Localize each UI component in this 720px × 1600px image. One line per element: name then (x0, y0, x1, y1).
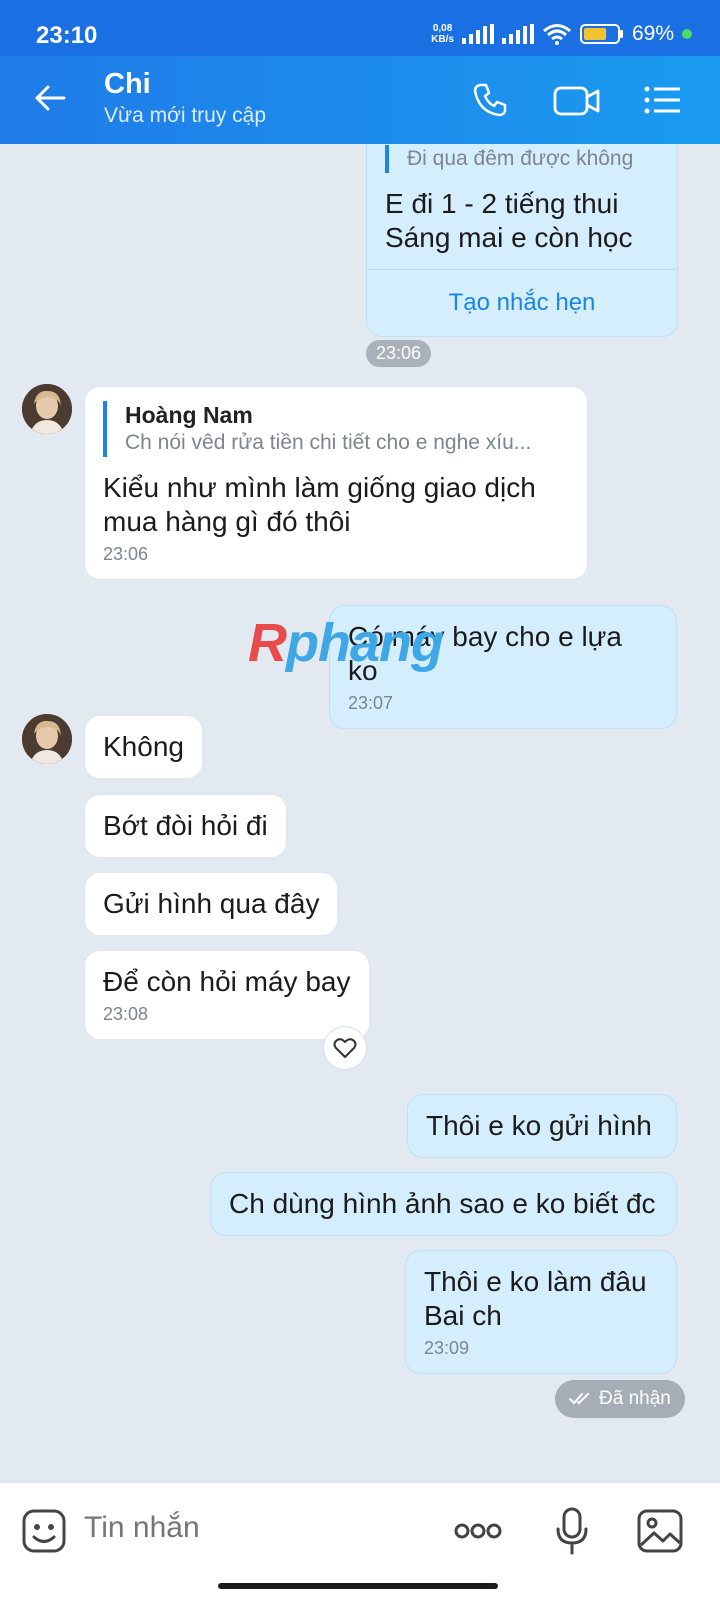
battery-icon (579, 24, 623, 44)
message-text: Để còn hỏi máy bay (103, 966, 351, 997)
contact-status: Vừa mới truy cập (104, 104, 267, 127)
signal-icon-2 (501, 24, 534, 44)
message-bubble-sent[interactable]: Ch dùng hình ảnh sao e ko biết đc (210, 1172, 677, 1236)
message-text: mua hàng gì đó thôi (103, 506, 351, 537)
delivery-status-badge: Đã nhận (555, 1380, 685, 1418)
message-text: Thôi e ko làm đâu (424, 1266, 647, 1297)
microphone-icon[interactable] (548, 1507, 596, 1555)
avatar[interactable] (22, 384, 72, 434)
message-text: Sáng mai e còn học (385, 222, 633, 253)
message-text: Gửi hình qua đây (103, 888, 320, 919)
charging-dot (682, 29, 692, 39)
message-text: Bớt đòi hỏi đi (103, 810, 268, 841)
status-icons: 0,08 KB/s 69% (431, 22, 692, 46)
reply-quote[interactable]: Hoàng Nam Ch nói vêd rửa tiền chi tiết c… (103, 401, 569, 457)
message-bubble-received[interactable]: Không (84, 715, 203, 779)
message-time: 23:07 (348, 693, 394, 713)
video-call-icon[interactable] (552, 80, 602, 120)
message-text: Không (103, 731, 184, 762)
message-bubble-received[interactable]: Hoàng Nam Ch nói vêd rửa tiền chi tiết c… (84, 386, 588, 580)
chat-area[interactable]: Đi qua đêm được không E đi 1 - 2 tiếng t… (0, 144, 720, 1482)
net-speed: 0,08 KB/s (431, 23, 454, 45)
message-text: Thôi e ko gửi hình (426, 1110, 652, 1141)
watermark-logo: Rphang (248, 613, 444, 673)
message-bubble-sent[interactable]: Thôi e ko làm đâu Bai ch 23:09 (405, 1250, 677, 1374)
more-icon[interactable] (454, 1507, 502, 1555)
back-arrow-icon[interactable] (30, 78, 70, 118)
reply-quote[interactable]: Đi qua đêm được không (385, 145, 659, 173)
message-bubble-received[interactable]: Gửi hình qua đây (84, 872, 339, 936)
wifi-icon (543, 24, 571, 45)
message-bubble-sent[interactable]: Thôi e ko gửi hình (407, 1094, 677, 1158)
message-time: 23:06 (103, 544, 149, 564)
message-time: 23:09 (424, 1338, 470, 1358)
time-separator: 23:06 (366, 340, 432, 367)
message-text: Kiểu như mình làm giống giao dịch (103, 472, 536, 503)
heart-icon (333, 1038, 357, 1058)
create-reminder-button[interactable]: Tạo nhắc hẹn (367, 269, 677, 336)
message-time: 23:08 (103, 1004, 149, 1024)
message-text: E đi 1 - 2 tiếng thui (385, 188, 619, 219)
message-bubble-received[interactable]: Bớt đòi hỏi đi (84, 794, 287, 858)
message-text: Ch dùng hình ảnh sao e ko biết đc (229, 1188, 656, 1219)
signal-icon (461, 24, 494, 44)
message-bubble-sent[interactable]: Đi qua đêm được không E đi 1 - 2 tiếng t… (366, 144, 678, 337)
image-icon[interactable] (636, 1507, 684, 1555)
phone-icon[interactable] (470, 80, 510, 120)
home-indicator[interactable] (218, 1583, 498, 1589)
status-bar: 23:10 0,08 KB/s 69% (0, 0, 720, 56)
chat-header: Chi Vừa mới truy cập (0, 56, 720, 144)
message-bubble-received[interactable]: Để còn hỏi máy bay 23:08 (84, 950, 370, 1040)
emoji-icon[interactable] (20, 1507, 68, 1555)
contact-name[interactable]: Chi (104, 68, 151, 101)
avatar[interactable] (22, 714, 72, 764)
message-input[interactable] (84, 1511, 424, 1545)
double-check-icon (569, 1393, 589, 1405)
message-text: Bai ch (424, 1300, 502, 1331)
status-time: 23:10 (36, 22, 98, 49)
menu-icon[interactable] (642, 80, 682, 120)
react-heart-button[interactable] (323, 1026, 367, 1070)
battery-percent: 69% (631, 22, 674, 45)
